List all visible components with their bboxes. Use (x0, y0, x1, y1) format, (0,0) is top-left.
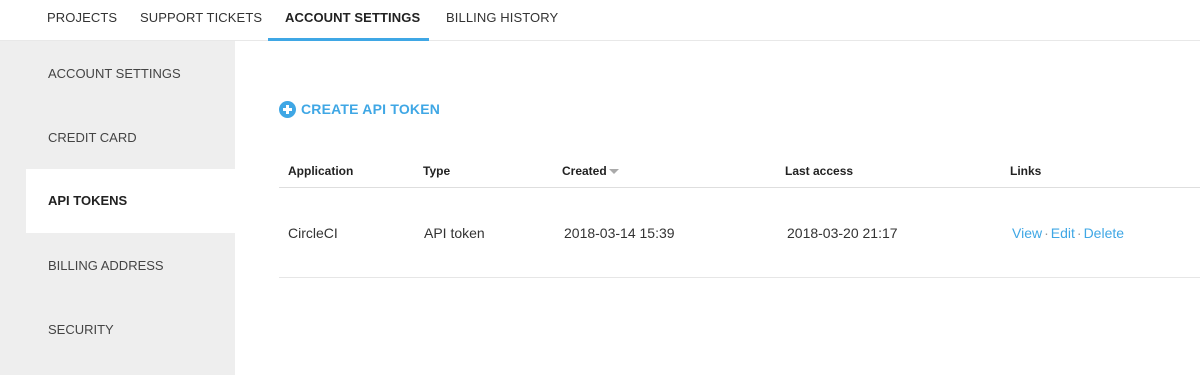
cell-last-access: 2018-03-20 21:17 (787, 225, 898, 241)
sidebar-item-label: SECURITY (48, 322, 114, 337)
column-header-type[interactable]: Type (423, 164, 450, 178)
table-header: Application Type Created Last access Lin… (279, 151, 1200, 188)
sidebar-item-credit-card[interactable]: CREDIT CARD (0, 105, 235, 169)
cell-created: 2018-03-14 15:39 (564, 225, 675, 241)
view-link[interactable]: View (1012, 225, 1042, 241)
tab-support-tickets[interactable]: SUPPORT TICKETS (140, 0, 262, 41)
sidebar-item-label: BILLING ADDRESS (48, 258, 164, 273)
table-row: CircleCI API token 2018-03-14 15:39 2018… (279, 188, 1200, 278)
create-api-token-button[interactable]: CREATE API TOKEN (279, 99, 440, 119)
tab-billing-history[interactable]: BILLING HISTORY (446, 0, 558, 41)
create-api-token-label: CREATE API TOKEN (301, 101, 441, 117)
column-header-application[interactable]: Application (288, 164, 353, 178)
caret-down-icon (608, 169, 619, 175)
top-navigation: PROJECTS SUPPORT TICKETS ACCOUNT SETTING… (0, 0, 1200, 41)
settings-sidebar: ACCOUNT SETTINGS CREDIT CARD API TOKENS … (0, 41, 235, 375)
cell-type: API token (424, 225, 485, 241)
sidebar-item-billing-address[interactable]: BILLING ADDRESS (0, 233, 235, 297)
column-header-last-access[interactable]: Last access (785, 164, 853, 178)
delete-link[interactable]: Delete (1084, 225, 1124, 241)
column-header-links: Links (1010, 164, 1042, 178)
link-separator: · (1044, 225, 1049, 241)
sidebar-item-security[interactable]: SECURITY (0, 297, 235, 361)
sidebar-item-label: ACCOUNT SETTINGS (48, 66, 181, 81)
sidebar-item-label: CREDIT CARD (48, 130, 137, 145)
tab-projects[interactable]: PROJECTS (47, 0, 117, 41)
column-header-created[interactable]: Created (562, 164, 619, 178)
column-header-created-label: Created (562, 164, 607, 178)
api-tokens-table: Application Type Created Last access Lin… (279, 151, 1200, 278)
active-tab-indicator (268, 38, 429, 41)
cell-application: CircleCI (288, 225, 338, 241)
link-separator: · (1076, 225, 1082, 241)
plus-circle-icon (279, 100, 296, 118)
sidebar-item-api-tokens[interactable]: API TOKENS (26, 169, 235, 233)
cell-links: View · Edit · Delete (1012, 225, 1124, 241)
edit-link[interactable]: Edit (1051, 225, 1075, 241)
tab-account-settings[interactable]: ACCOUNT SETTINGS (285, 0, 420, 41)
sidebar-item-account-settings[interactable]: ACCOUNT SETTINGS (0, 41, 235, 105)
sidebar-item-label: API TOKENS (48, 193, 128, 208)
